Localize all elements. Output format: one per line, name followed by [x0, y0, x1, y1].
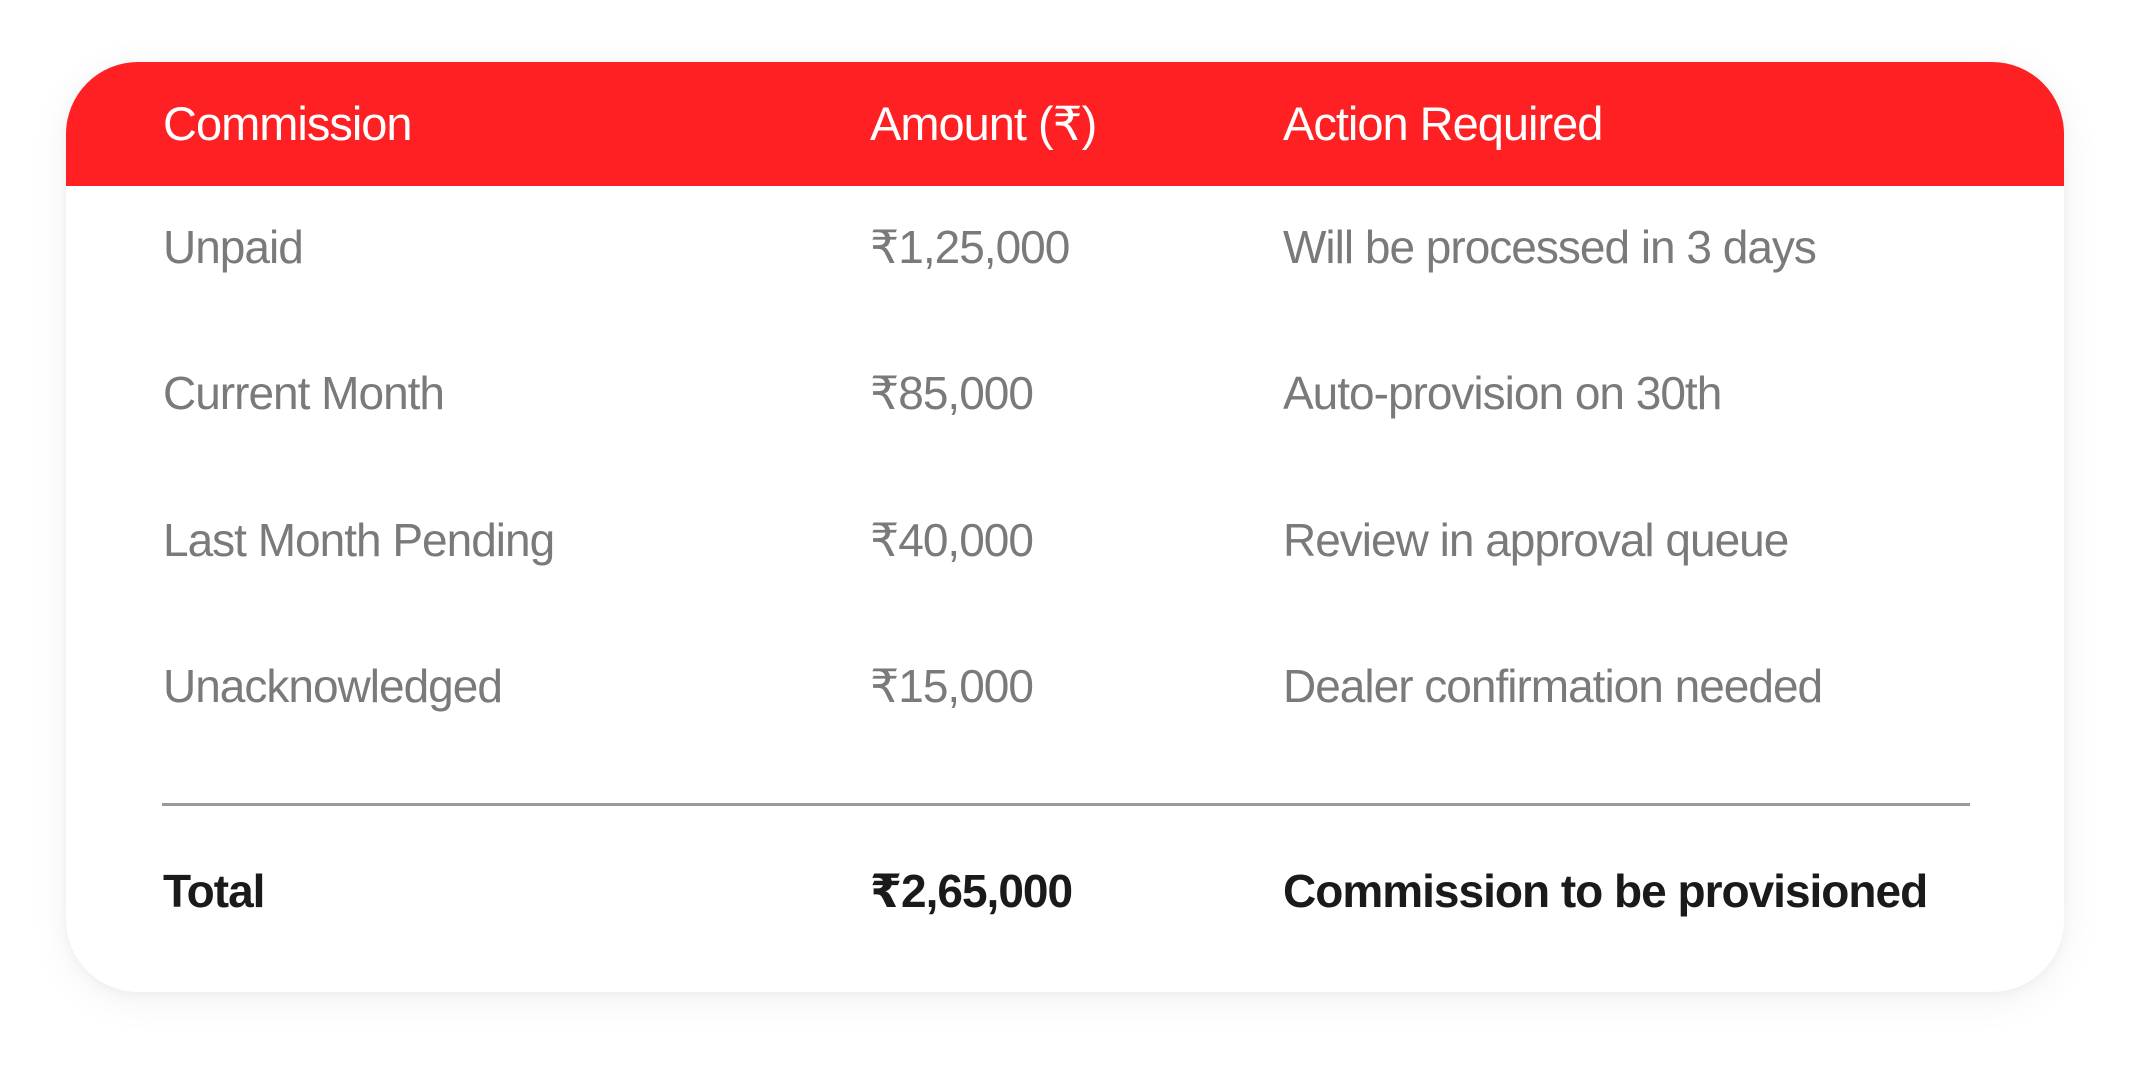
table-row: Last Month Pending ₹40,000 Review in app…: [66, 517, 2064, 577]
commission-cell: Unacknowledged: [163, 660, 503, 712]
action-cell: Dealer confirmation needed: [1283, 660, 1823, 712]
table-row: Unpaid ₹1,25,000 Will be processed in 3 …: [66, 224, 2064, 284]
amount-cell: ₹1,25,000: [870, 221, 1070, 273]
commission-cell: Unpaid: [163, 221, 304, 273]
header-action-required: Action Required: [1283, 97, 1603, 150]
commission-cell: Current Month: [163, 367, 445, 419]
total-row: Total ₹2,65,000 Commission to be provisi…: [66, 868, 2064, 928]
amount-cell: ₹85,000: [870, 367, 1034, 419]
table-row: Unacknowledged ₹15,000 Dealer confirmati…: [66, 663, 2064, 723]
table-header: Commission Amount (₹) Action Required: [66, 62, 2064, 186]
header-amount: Amount (₹): [870, 97, 1097, 150]
action-cell: Auto-provision on 30th: [1283, 367, 1722, 419]
action-cell: Will be processed in 3 days: [1283, 221, 1817, 273]
amount-cell: ₹40,000: [870, 514, 1034, 566]
total-label: Total: [163, 865, 265, 917]
table-row: Current Month ₹85,000 Auto-provision on …: [66, 370, 2064, 430]
action-cell: Review in approval queue: [1283, 514, 1789, 566]
amount-cell: ₹15,000: [870, 660, 1034, 712]
total-amount: ₹2,65,000: [870, 865, 1073, 917]
commission-table-card: Commission Amount (₹) Action Required Un…: [66, 62, 2064, 992]
total-divider: [162, 803, 1970, 806]
commission-cell: Last Month Pending: [163, 514, 555, 566]
total-action: Commission to be provisioned: [1283, 865, 1928, 917]
header-commission: Commission: [163, 97, 413, 150]
